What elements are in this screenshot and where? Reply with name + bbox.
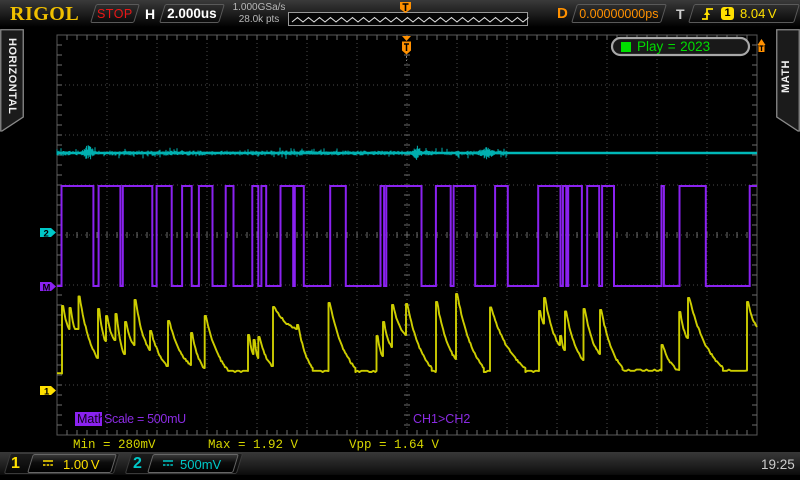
svg-text:CH1>CH2: CH1>CH2 bbox=[413, 412, 470, 426]
svg-text:Vpp = 1.64 V: Vpp = 1.64 V bbox=[349, 438, 440, 452]
svg-text:Scale = 500mU: Scale = 500mU bbox=[104, 412, 186, 426]
svg-text:1: 1 bbox=[44, 386, 50, 397]
svg-text:Play = 2023: Play = 2023 bbox=[637, 39, 710, 54]
svg-text:Min = 280mV: Min = 280mV bbox=[73, 438, 156, 452]
svg-text:Max = 1.92 V: Max = 1.92 V bbox=[208, 438, 299, 452]
svg-text:2: 2 bbox=[44, 228, 49, 239]
svg-text:M: M bbox=[43, 282, 51, 293]
svg-text:Math: Math bbox=[77, 412, 105, 426]
